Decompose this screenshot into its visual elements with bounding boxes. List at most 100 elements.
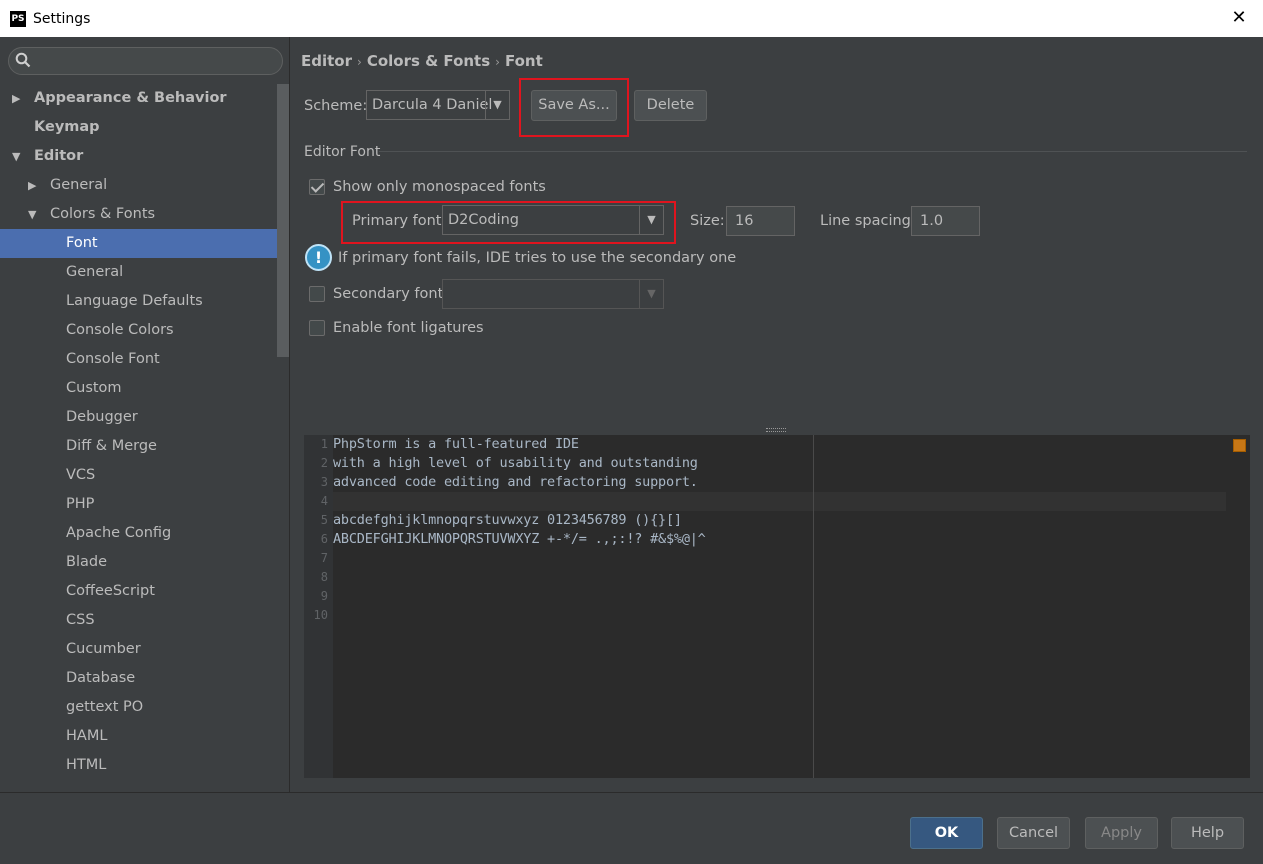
chevron-down-icon[interactable]: ▼ — [12, 142, 20, 171]
sidebar-item-label: Apache Config — [66, 525, 172, 541]
sidebar-item[interactable]: CSS — [0, 606, 276, 635]
window-title: Settings — [33, 10, 91, 27]
error-stripe-marker[interactable] — [1233, 439, 1246, 452]
sidebar-item[interactable]: Cucumber — [0, 635, 276, 664]
sidebar-item[interactable]: Custom — [0, 374, 276, 403]
line-number: 6 — [320, 532, 328, 546]
line-number: 10 — [313, 608, 328, 622]
settings-tree: ▶ Appearance & Behavior Keymap ▼ Editor ▶ Gene… — [0, 84, 289, 780]
code-line: PhpStorm is a full-featured IDE — [333, 436, 579, 452]
save-as-button[interactable]: Save As... — [531, 90, 617, 121]
phpstorm-logo-icon: PS — [10, 10, 26, 27]
breadcrumb-separator-icon: › — [495, 55, 500, 69]
sidebar-item[interactable]: Keymap — [0, 113, 276, 142]
sidebar-item[interactable]: General — [0, 258, 276, 287]
sidebar-item-label: Debugger — [66, 409, 138, 425]
line-number: 4 — [320, 494, 328, 508]
chevron-down-icon: ▼ — [639, 206, 663, 234]
primary-font-select[interactable]: D2Coding ▼ — [442, 205, 664, 235]
line-number: 8 — [320, 570, 328, 584]
sidebar-item[interactable]: Diff & Merge — [0, 432, 276, 461]
ok-button[interactable]: OK — [910, 817, 983, 849]
sidebar-item-label: gettext PO — [66, 699, 144, 715]
mono-only-checkbox[interactable] — [309, 179, 325, 195]
sidebar-item-label: Keymap — [34, 119, 100, 135]
breadcrumb-separator-icon: › — [357, 55, 362, 69]
sidebar-scrollbar[interactable] — [277, 84, 289, 357]
line-number: 9 — [320, 589, 328, 603]
scheme-label: Scheme: — [304, 98, 368, 114]
secondary-font-checkbox[interactable] — [309, 286, 325, 302]
sidebar-item[interactable]: CoffeeScript — [0, 577, 276, 606]
line-number-gutter: 1 2 3 4 5 6 7 8 9 10 — [304, 435, 333, 778]
sidebar-item-label: Console Font — [66, 351, 160, 367]
sidebar-item[interactable]: Language Defaults — [0, 287, 276, 316]
sidebar-item[interactable]: gettext PO — [0, 693, 276, 722]
splitter-handle[interactable] — [766, 428, 786, 432]
ligatures-label: Enable font ligatures — [333, 320, 484, 336]
sidebar-item[interactable]: ▼ Colors & Fonts — [0, 200, 276, 229]
sidebar-item-label: CSS — [66, 612, 95, 628]
sidebar-item-label: PHP — [66, 496, 95, 512]
sidebar-item[interactable]: ▶ General — [0, 171, 276, 200]
help-button[interactable]: Help — [1171, 817, 1244, 849]
scheme-select[interactable]: Darcula 4 Daniel ▼ — [366, 90, 510, 120]
sidebar-item-label: Appearance & Behavior — [34, 90, 227, 106]
sidebar-item-label: Custom — [66, 380, 122, 396]
section-divider — [379, 151, 1247, 152]
line-number: 3 — [320, 475, 328, 489]
font-preview-editor[interactable]: 1 2 3 4 5 6 7 8 9 10 PhpStorm is a full-featured … — [304, 435, 1250, 778]
current-line-highlight — [333, 492, 1226, 511]
sidebar-item[interactable]: VCS — [0, 461, 276, 490]
chevron-down-icon: ▼ — [485, 91, 509, 119]
breadcrumb-item: Editor — [301, 52, 352, 70]
sidebar-item[interactable]: Blade — [0, 548, 276, 577]
breadcrumb: Editor › Colors & Fonts › Font — [301, 52, 543, 70]
code-line: ABCDEFGHIJKLMNOPQRSTUVWXYZ +-*/= .,;:!? … — [333, 531, 706, 547]
mono-only-label: Show only monospaced fonts — [333, 179, 546, 195]
sidebar-item[interactable]: Font — [0, 229, 289, 258]
sidebar-item[interactable]: Console Font — [0, 345, 276, 374]
sidebar-item-label: Font — [66, 235, 98, 251]
delete-button[interactable]: Delete — [634, 90, 707, 121]
sidebar-item[interactable]: Apache Config — [0, 519, 276, 548]
close-icon[interactable]: ✕ — [1229, 8, 1249, 28]
breadcrumb-item: Font — [504, 52, 543, 70]
sidebar-item-label: Database — [66, 670, 136, 686]
info-icon: ! — [305, 244, 332, 271]
line-spacing-input[interactable]: 1.0 — [911, 206, 980, 236]
chevron-right-icon[interactable]: ▶ — [28, 171, 36, 200]
chevron-right-icon[interactable]: ▶ — [12, 84, 20, 113]
code-line: advanced code editing and refactoring su… — [333, 474, 698, 490]
sidebar-item[interactable]: Console Colors — [0, 316, 276, 345]
search-icon — [15, 52, 31, 68]
sidebar-item[interactable]: PHP — [0, 490, 276, 519]
search-input[interactable] — [8, 47, 283, 75]
sidebar-item[interactable]: Debugger — [0, 403, 276, 432]
secondary-font-label: Secondary font: — [333, 286, 449, 302]
ligatures-checkbox[interactable] — [309, 320, 325, 336]
scheme-value: Darcula 4 Daniel — [372, 97, 493, 113]
size-label: Size: — [690, 213, 725, 229]
sidebar-item-label: Console Colors — [66, 322, 174, 338]
title-bar: PS Settings ✕ — [0, 0, 1263, 37]
secondary-font-select[interactable]: ▼ — [442, 279, 664, 309]
sidebar-item-label: VCS — [66, 467, 96, 483]
sidebar-item[interactable]: ▶ Appearance & Behavior — [0, 84, 276, 113]
primary-font-label: Primary font: — [352, 213, 447, 229]
code-line: abcdefghijklmnopqrstuvwxyz 0123456789 ()… — [333, 512, 682, 528]
apply-button[interactable]: Apply — [1085, 817, 1158, 849]
line-number: 2 — [320, 456, 328, 470]
sidebar-item[interactable]: ▼ Editor — [0, 142, 276, 171]
chevron-down-icon[interactable]: ▼ — [28, 200, 36, 229]
sidebar-item-label: General — [50, 177, 108, 193]
size-input[interactable]: 16 — [726, 206, 795, 236]
line-number: 5 — [320, 513, 328, 527]
sidebar-item[interactable]: Database — [0, 664, 276, 693]
sidebar-item[interactable]: HTML — [0, 751, 276, 780]
sidebar-item[interactable]: HAML — [0, 722, 276, 751]
sidebar-item-label: Editor — [34, 148, 84, 164]
sidebar-item-label: HTML — [66, 757, 107, 773]
cancel-button[interactable]: Cancel — [997, 817, 1070, 849]
sidebar-item-label: HAML — [66, 728, 108, 744]
